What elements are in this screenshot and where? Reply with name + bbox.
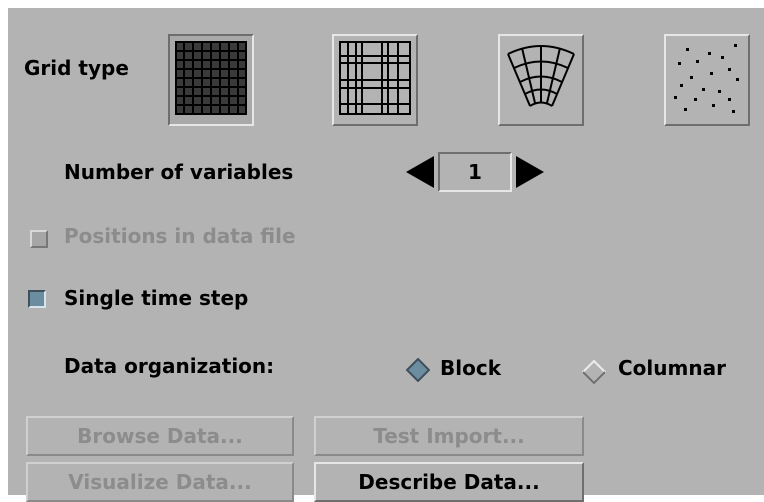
grid-type-curvilinear-button[interactable] (498, 34, 584, 126)
describe-data-button[interactable]: Describe Data... (314, 462, 584, 502)
grid-type-regular-button[interactable] (168, 34, 254, 126)
block-label: Block (440, 356, 501, 380)
positions-in-data-file-checkbox[interactable] (30, 230, 48, 248)
number-of-variables-field[interactable]: 1 (438, 152, 512, 192)
grid-type-label: Grid type (24, 56, 129, 80)
single-time-step-label: Single time step (64, 286, 249, 310)
curvilinear-grid-icon (507, 45, 575, 107)
grid-type-rectilinear-button[interactable] (332, 34, 418, 126)
visualize-data-button[interactable]: Visualize Data... (26, 462, 294, 502)
regular-grid-icon (175, 41, 247, 115)
block-radio[interactable] (406, 358, 430, 382)
import-panel: Grid type Number of variables 1 Position… (8, 8, 764, 502)
scattered-points-icon (674, 44, 739, 113)
positions-in-data-file-label: Positions in data file (64, 224, 296, 248)
columnar-radio[interactable] (582, 360, 606, 384)
grid-type-scattered-button[interactable] (664, 34, 750, 126)
columnar-label: Columnar (618, 356, 726, 380)
radio-selected-icon (406, 358, 430, 382)
test-import-button[interactable]: Test Import... (314, 416, 584, 456)
rectilinear-grid-icon (339, 41, 411, 115)
data-organization-label: Data organization: (64, 354, 275, 378)
radio-unselected-icon (582, 360, 606, 384)
browse-data-button[interactable]: Browse Data... (26, 416, 294, 456)
increment-arrow-button[interactable] (516, 156, 544, 188)
decrement-arrow-button[interactable] (406, 156, 434, 188)
single-time-step-checkbox[interactable] (28, 290, 46, 308)
number-of-variables-label: Number of variables (64, 160, 294, 184)
